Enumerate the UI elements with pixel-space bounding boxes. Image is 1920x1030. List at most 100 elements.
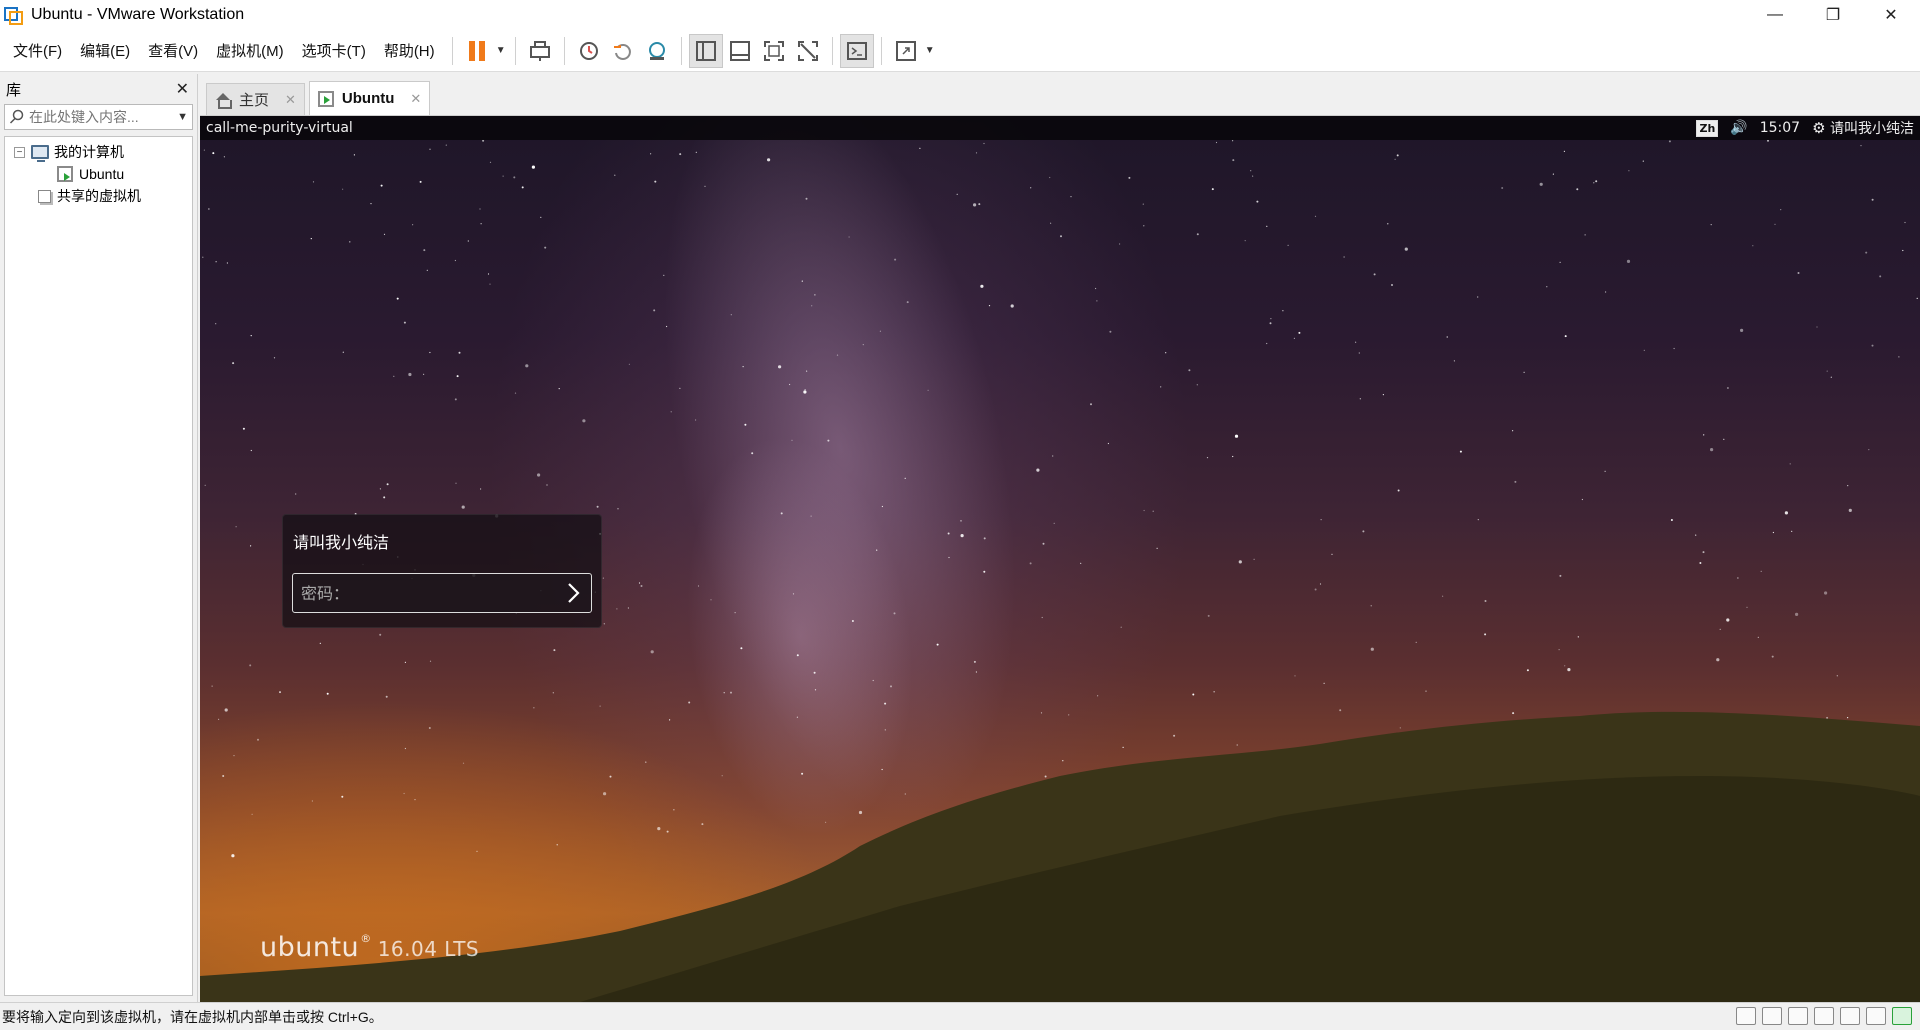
snapshot-revert-button[interactable] (606, 34, 640, 68)
clock[interactable]: 15:07 (1760, 120, 1800, 136)
unity-icon (797, 40, 818, 61)
session-username: 请叫我小纯洁 (1830, 121, 1914, 137)
tree-item-label: Ubuntu (79, 166, 125, 182)
tab-home[interactable]: 主页 ✕ (206, 83, 305, 115)
input-method-indicator[interactable]: Zh (1696, 119, 1719, 137)
tree-collapse-icon[interactable]: − (14, 146, 25, 158)
library-panel: 库 ✕ ▼ − 我的计算机 Ubuntu 共享的虚拟机 (0, 74, 198, 1002)
close-button[interactable]: ✕ (1862, 0, 1920, 30)
tree-item-label: 共享的虚拟机 (57, 188, 141, 204)
library-header: 库 ✕ (0, 74, 197, 104)
password-input[interactable] (293, 575, 557, 611)
tab-bar: 主页 ✕ Ubuntu ✕ (200, 74, 1920, 116)
vmware-app-icon (4, 5, 24, 25)
title-bar: Ubuntu - VMware Workstation — ❐ ✕ (0, 0, 1920, 30)
login-submit-button[interactable] (557, 575, 591, 611)
computer-icon (31, 145, 49, 162)
toolbar-separator (680, 36, 682, 65)
menu-help[interactable]: 帮助(H) (375, 30, 444, 72)
tree-item-my-computer[interactable]: − 我的计算机 (5, 141, 192, 163)
user-session-menu[interactable]: ⚙ 请叫我小纯洁 (1812, 118, 1914, 138)
pause-icon (468, 40, 485, 61)
toolbar-separator (451, 36, 453, 65)
home-icon (215, 92, 232, 109)
tab-close-icon[interactable]: ✕ (285, 92, 296, 108)
library-title: 库 (6, 81, 22, 99)
tree-item-label: 我的计算机 (54, 144, 124, 160)
tab-label: Ubuntu (341, 90, 395, 107)
pause-button[interactable] (460, 34, 494, 68)
stretch-icon (895, 40, 916, 61)
search-dropdown-arrow[interactable]: ▼ (177, 111, 188, 123)
tab-ubuntu[interactable]: Ubuntu ✕ (308, 81, 431, 115)
library-search-input[interactable] (25, 109, 178, 125)
snapshot-clock-icon (579, 41, 598, 60)
menu-vm[interactable]: 虚拟机(M) (207, 30, 293, 72)
console-view-button[interactable] (839, 33, 874, 68)
vm-icon (317, 90, 334, 107)
registered-mark: ® (360, 932, 372, 945)
tree-item-shared-vms[interactable]: 共享的虚拟机 (5, 185, 192, 207)
password-field[interactable] (292, 573, 592, 613)
network-adapter-icon[interactable] (1788, 1007, 1808, 1025)
show-library-button[interactable] (688, 33, 723, 68)
tree-item-ubuntu[interactable]: Ubuntu (5, 163, 192, 185)
terminal-icon (846, 41, 867, 60)
menu-toolbar: 文件(F) 编辑(E) 查看(V) 虚拟机(M) 选项卡(T) 帮助(H) ▼ … (0, 30, 1920, 72)
snapshot-manager-icon (648, 41, 665, 60)
library-close-icon[interactable]: ✕ (176, 79, 189, 99)
full-screen-button[interactable] (757, 34, 791, 68)
status-bar: 要将输入定向到该虚拟机，请在虚拟机内部单击或按 Ctrl+G。 (0, 1002, 1920, 1030)
status-message: 要将输入定向到该虚拟机，请在虚拟机内部单击或按 Ctrl+G。 (2, 1008, 383, 1025)
hard-disk-icon[interactable] (1736, 1007, 1756, 1025)
thumbnail-layout-icon (729, 40, 750, 61)
stretch-dropdown-arrow[interactable]: ▼ (923, 34, 937, 68)
power-dropdown-arrow[interactable]: ▼ (494, 34, 508, 68)
shared-vm-icon (38, 189, 51, 203)
send-keys-icon (529, 40, 550, 61)
device-status-icons (1736, 1007, 1912, 1025)
ubuntu-top-panel: call-me-purity-virtual Zh 🔊 15:07 ⚙ 请叫我小… (200, 116, 1920, 140)
window-title: Ubuntu - VMware Workstation (31, 6, 245, 23)
toolbar-separator (831, 36, 833, 65)
vm-console-screen[interactable]: call-me-purity-virtual Zh 🔊 15:07 ⚙ 请叫我小… (200, 116, 1920, 1002)
stretch-guest-button[interactable] (889, 34, 923, 68)
printer-icon[interactable] (1814, 1007, 1834, 1025)
ubuntu-logo-text: ubuntu (260, 932, 360, 963)
message-log-icon[interactable] (1892, 1007, 1912, 1025)
unity-mode-button[interactable] (791, 34, 825, 68)
volume-icon[interactable]: 🔊 (1730, 120, 1747, 136)
menu-view[interactable]: 查看(V) (139, 30, 207, 72)
login-username[interactable]: 请叫我小纯洁 (293, 529, 389, 553)
ubuntu-indicators: Zh 🔊 15:07 ⚙ 请叫我小纯洁 (1696, 116, 1914, 140)
snapshot-take-button[interactable] (572, 34, 606, 68)
sound-card-icon[interactable] (1840, 1007, 1860, 1025)
vm-icon (57, 166, 73, 182)
library-search: ▼ (4, 104, 193, 130)
ubuntu-hostname: call-me-purity-virtual (206, 120, 353, 136)
menu-tabs[interactable]: 选项卡(T) (293, 30, 375, 72)
tab-close-icon[interactable]: ✕ (410, 91, 421, 107)
restore-button[interactable]: ❐ (1804, 0, 1862, 30)
menu-edit[interactable]: 编辑(E) (71, 30, 139, 72)
full-screen-icon (763, 40, 784, 61)
toolbar-separator (563, 36, 565, 65)
send-ctrl-alt-del-button[interactable] (523, 34, 557, 68)
menu-file[interactable]: 文件(F) (4, 30, 71, 72)
show-thumbnail-bar-button[interactable] (723, 34, 757, 68)
library-tree: − 我的计算机 Ubuntu 共享的虚拟机 (4, 136, 193, 996)
ubuntu-version: 16.04 LTS (377, 937, 480, 961)
toolbar-separator (880, 36, 882, 65)
tab-label: 主页 (239, 92, 270, 109)
library-layout-icon (695, 40, 716, 61)
snapshot-manager-button[interactable] (640, 34, 674, 68)
snapshot-revert-icon (613, 43, 631, 60)
window-controls: — ❐ ✕ (1746, 0, 1920, 30)
power-gear-icon: ⚙ (1812, 119, 1826, 137)
minimize-button[interactable]: — (1746, 0, 1804, 30)
login-panel: 请叫我小纯洁 (282, 514, 602, 628)
usb-icon[interactable] (1866, 1007, 1886, 1025)
cd-drive-icon[interactable] (1762, 1007, 1782, 1025)
toolbar-separator (514, 36, 516, 65)
ubuntu-logo: ubuntu® 16.04 LTS (260, 932, 479, 963)
